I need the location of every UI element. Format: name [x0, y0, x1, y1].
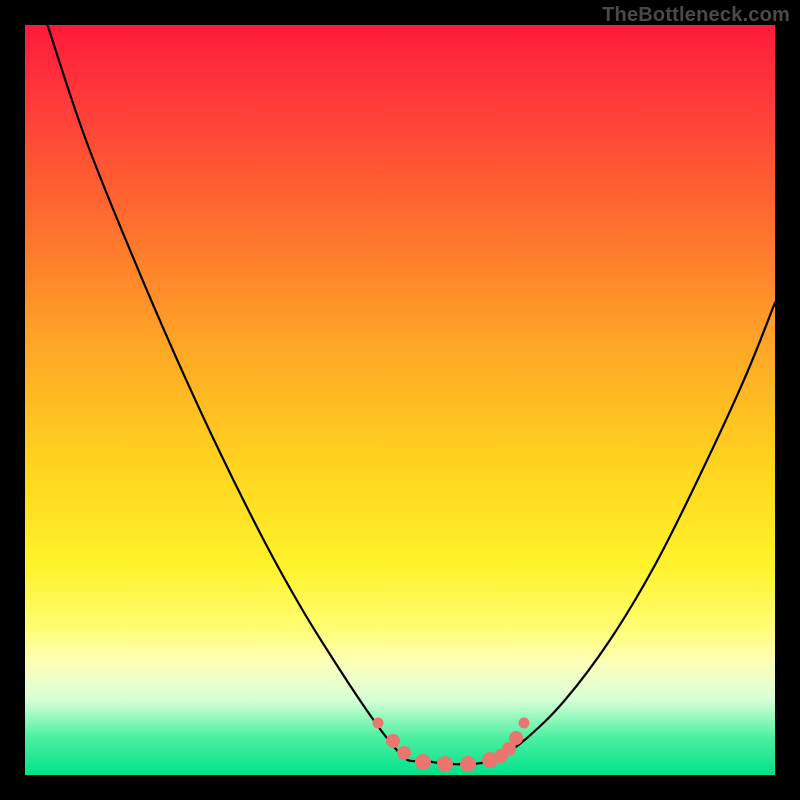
watermark-text: TheBottleneck.com — [602, 4, 790, 27]
valley-dot — [518, 717, 529, 728]
valley-dot — [460, 756, 476, 772]
valley-dot — [509, 731, 523, 745]
valley-dot — [386, 734, 400, 748]
valley-dot — [372, 717, 383, 728]
valley-dot — [415, 754, 431, 770]
bottleneck-curve — [25, 25, 775, 775]
chart-frame: TheBottleneck.com — [0, 0, 800, 800]
plot-area — [25, 25, 775, 775]
valley-dot — [437, 756, 453, 772]
valley-dot — [397, 746, 411, 760]
